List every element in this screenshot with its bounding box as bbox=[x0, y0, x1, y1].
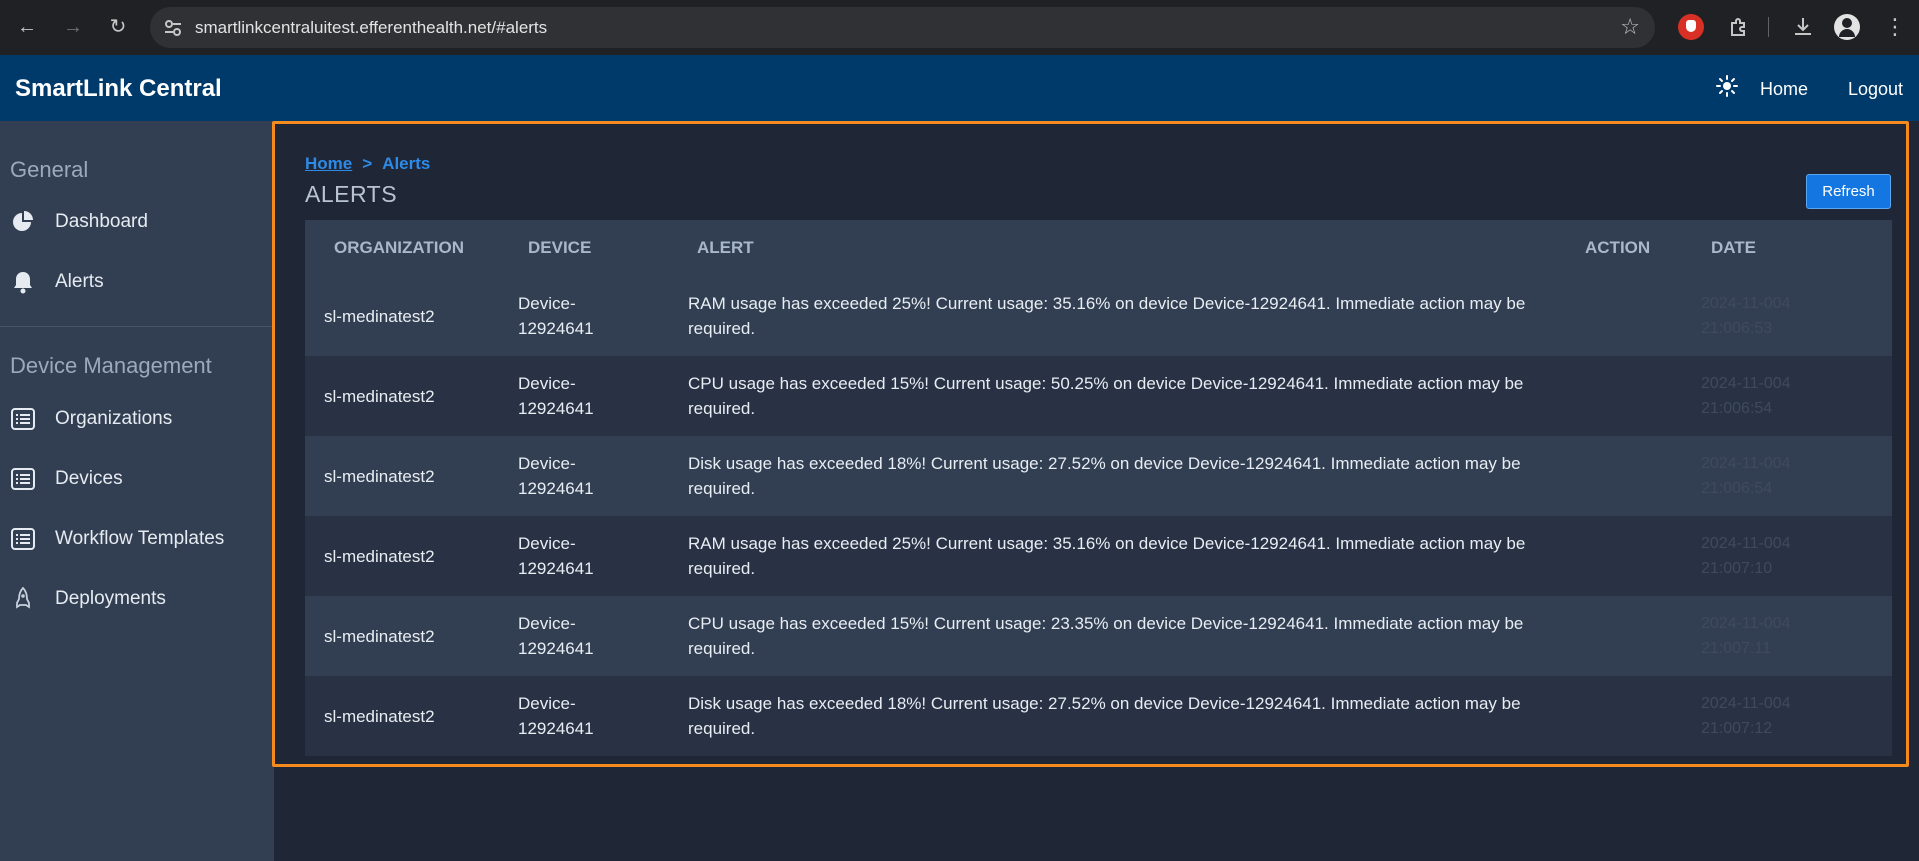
sidebar-divider bbox=[0, 326, 274, 327]
selection-highlight bbox=[272, 121, 1909, 767]
list-icon bbox=[11, 528, 35, 550]
sidebar-item-label: Deployments bbox=[55, 588, 166, 609]
profile-avatar-icon[interactable] bbox=[1834, 14, 1860, 40]
bell-icon bbox=[14, 272, 32, 294]
sidebar-item-label: Organizations bbox=[55, 408, 173, 429]
sidebar-item-organizations[interactable]: Organizations bbox=[0, 396, 274, 440]
browser-toolbar: ← → ↻ smartlinkcentraluitest.efferenthea… bbox=[0, 0, 1919, 55]
sidebar-item-deployments[interactable]: Deployments bbox=[0, 576, 274, 620]
header-logout-link[interactable]: Logout bbox=[1848, 79, 1903, 100]
extensions-puzzle-icon[interactable] bbox=[1726, 14, 1752, 40]
sidebar: General Dashboard Alerts Device Manageme… bbox=[0, 121, 274, 861]
header-home-link[interactable]: Home bbox=[1760, 79, 1808, 100]
pie-chart-icon bbox=[13, 211, 33, 231]
site-settings-icon[interactable] bbox=[162, 17, 184, 39]
sidebar-item-label: Devices bbox=[55, 468, 123, 489]
reload-icon[interactable]: ↻ bbox=[103, 12, 133, 42]
brand-title[interactable]: SmartLink Central bbox=[15, 75, 222, 103]
toolbar-divider bbox=[1768, 17, 1769, 37]
more-menu-icon[interactable]: ⋮ bbox=[1884, 13, 1906, 41]
download-icon[interactable] bbox=[1790, 14, 1816, 40]
rocket-icon bbox=[16, 586, 30, 609]
section-title-device-management: Device Management bbox=[10, 353, 212, 378]
list-icon bbox=[11, 468, 35, 490]
address-bar[interactable]: smartlinkcentraluitest.efferenthealth.ne… bbox=[150, 7, 1655, 48]
sidebar-item-label: Dashboard bbox=[55, 211, 148, 232]
sidebar-item-label: Workflow Templates bbox=[55, 528, 225, 549]
sidebar-item-devices[interactable]: Devices bbox=[0, 456, 274, 500]
url-text: smartlinkcentraluitest.efferenthealth.ne… bbox=[195, 18, 548, 37]
forward-icon[interactable]: → bbox=[58, 12, 88, 42]
sidebar-item-label: Alerts bbox=[55, 271, 104, 292]
back-icon[interactable]: ← bbox=[12, 12, 42, 42]
section-title-general: General bbox=[10, 157, 89, 182]
extension-icon[interactable] bbox=[1678, 14, 1704, 40]
sidebar-item-workflow-templates[interactable]: Workflow Templates bbox=[0, 516, 274, 560]
list-icon bbox=[11, 408, 35, 430]
bookmark-star-icon[interactable]: ☆ bbox=[1620, 14, 1640, 40]
sun-icon[interactable] bbox=[1716, 75, 1738, 97]
app-header: SmartLink Central Home Logout bbox=[0, 55, 1919, 121]
sidebar-item-dashboard[interactable]: Dashboard bbox=[0, 199, 274, 243]
sidebar-item-alerts[interactable]: Alerts bbox=[0, 259, 274, 303]
